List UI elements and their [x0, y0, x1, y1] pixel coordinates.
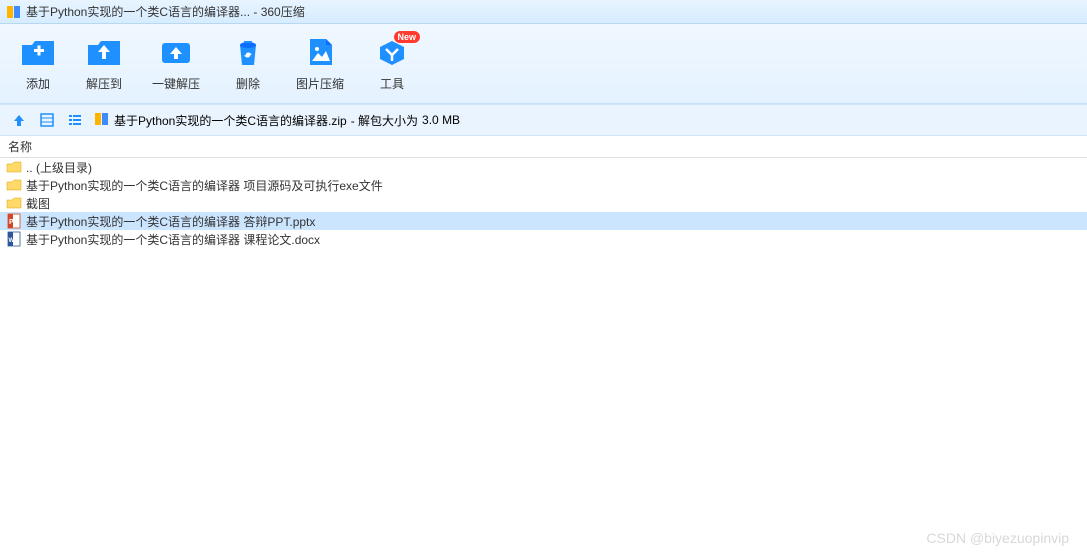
- toolbar-add[interactable]: 添加: [20, 35, 56, 92]
- size-value: 3.0 MB: [422, 113, 460, 127]
- add-icon: [20, 35, 56, 69]
- file-list: .. (上级目录) 基于Python实现的一个类C语言的编译器 项目源码及可执行…: [0, 158, 1087, 248]
- breadcrumb[interactable]: 基于Python实现的一个类C语言的编译器.zip - 解包大小为 3.0 MB: [94, 111, 460, 130]
- delete-icon: [230, 35, 266, 69]
- view-list-icon[interactable]: [66, 111, 84, 129]
- column-header[interactable]: 名称: [0, 136, 1087, 158]
- svg-text:W: W: [9, 238, 15, 244]
- toolbar-one-click-extract[interactable]: 一键解压: [152, 35, 200, 92]
- file-name: 基于Python实现的一个类C语言的编译器 项目源码及可执行exe文件: [26, 177, 383, 194]
- folder-icon: [6, 177, 22, 193]
- toolbar-label: 图片压缩: [296, 75, 344, 92]
- file-name: 基于Python实现的一个类C语言的编译器 答辩PPT.pptx: [26, 213, 315, 230]
- window-title: 基于Python实现的一个类C语言的编译器... - 360压缩: [26, 3, 305, 20]
- file-name: 截图: [26, 195, 50, 212]
- archive-icon: [94, 111, 110, 130]
- toolbar-delete[interactable]: 删除: [230, 35, 266, 92]
- up-arrow-icon[interactable]: [10, 111, 28, 129]
- file-row-pptx[interactable]: P 基于Python实现的一个类C语言的编译器 答辩PPT.pptx: [0, 212, 1087, 230]
- toolbar-label: 添加: [26, 75, 50, 92]
- file-row-folder[interactable]: 基于Python实现的一个类C语言的编译器 项目源码及可执行exe文件: [0, 176, 1087, 194]
- navbar: 基于Python实现的一个类C语言的编译器.zip - 解包大小为 3.0 MB: [0, 104, 1087, 136]
- toolbar-label: 解压到: [86, 75, 122, 92]
- toolbar-extract-to[interactable]: 解压到: [86, 35, 122, 92]
- archive-name: 基于Python实现的一个类C语言的编译器.zip: [114, 112, 347, 129]
- file-row-folder[interactable]: 截图: [0, 194, 1087, 212]
- toolbar-tools[interactable]: New 工具: [374, 35, 410, 92]
- pptx-icon: P: [6, 213, 22, 229]
- app-icon: [6, 4, 22, 20]
- titlebar: 基于Python实现的一个类C语言的编译器... - 360压缩: [0, 0, 1087, 24]
- folder-icon: [6, 195, 22, 211]
- size-prefix: - 解包大小为: [351, 112, 418, 129]
- folder-up-icon: [6, 159, 22, 175]
- docx-icon: W: [6, 231, 22, 247]
- file-name: .. (上级目录): [26, 159, 92, 176]
- column-name: 名称: [8, 138, 32, 155]
- toolbar-label: 一键解压: [152, 75, 200, 92]
- watermark: CSDN @biyezuopinvip: [926, 530, 1069, 546]
- svg-text:P: P: [9, 219, 14, 226]
- one-click-extract-icon: [158, 35, 194, 69]
- toolbar-label: 工具: [380, 75, 404, 92]
- file-row-up[interactable]: .. (上级目录): [0, 158, 1087, 176]
- file-name: 基于Python实现的一个类C语言的编译器 课程论文.docx: [26, 231, 320, 248]
- image-compress-icon: [302, 35, 338, 69]
- toolbar: 添加 解压到 一键解压 删除 图片压缩 New 工具: [0, 24, 1087, 104]
- file-row-docx[interactable]: W 基于Python实现的一个类C语言的编译器 课程论文.docx: [0, 230, 1087, 248]
- extract-to-icon: [86, 35, 122, 69]
- view-detail-icon[interactable]: [38, 111, 56, 129]
- new-badge: New: [394, 31, 421, 43]
- toolbar-image-compress[interactable]: 图片压缩: [296, 35, 344, 92]
- toolbar-label: 删除: [236, 75, 260, 92]
